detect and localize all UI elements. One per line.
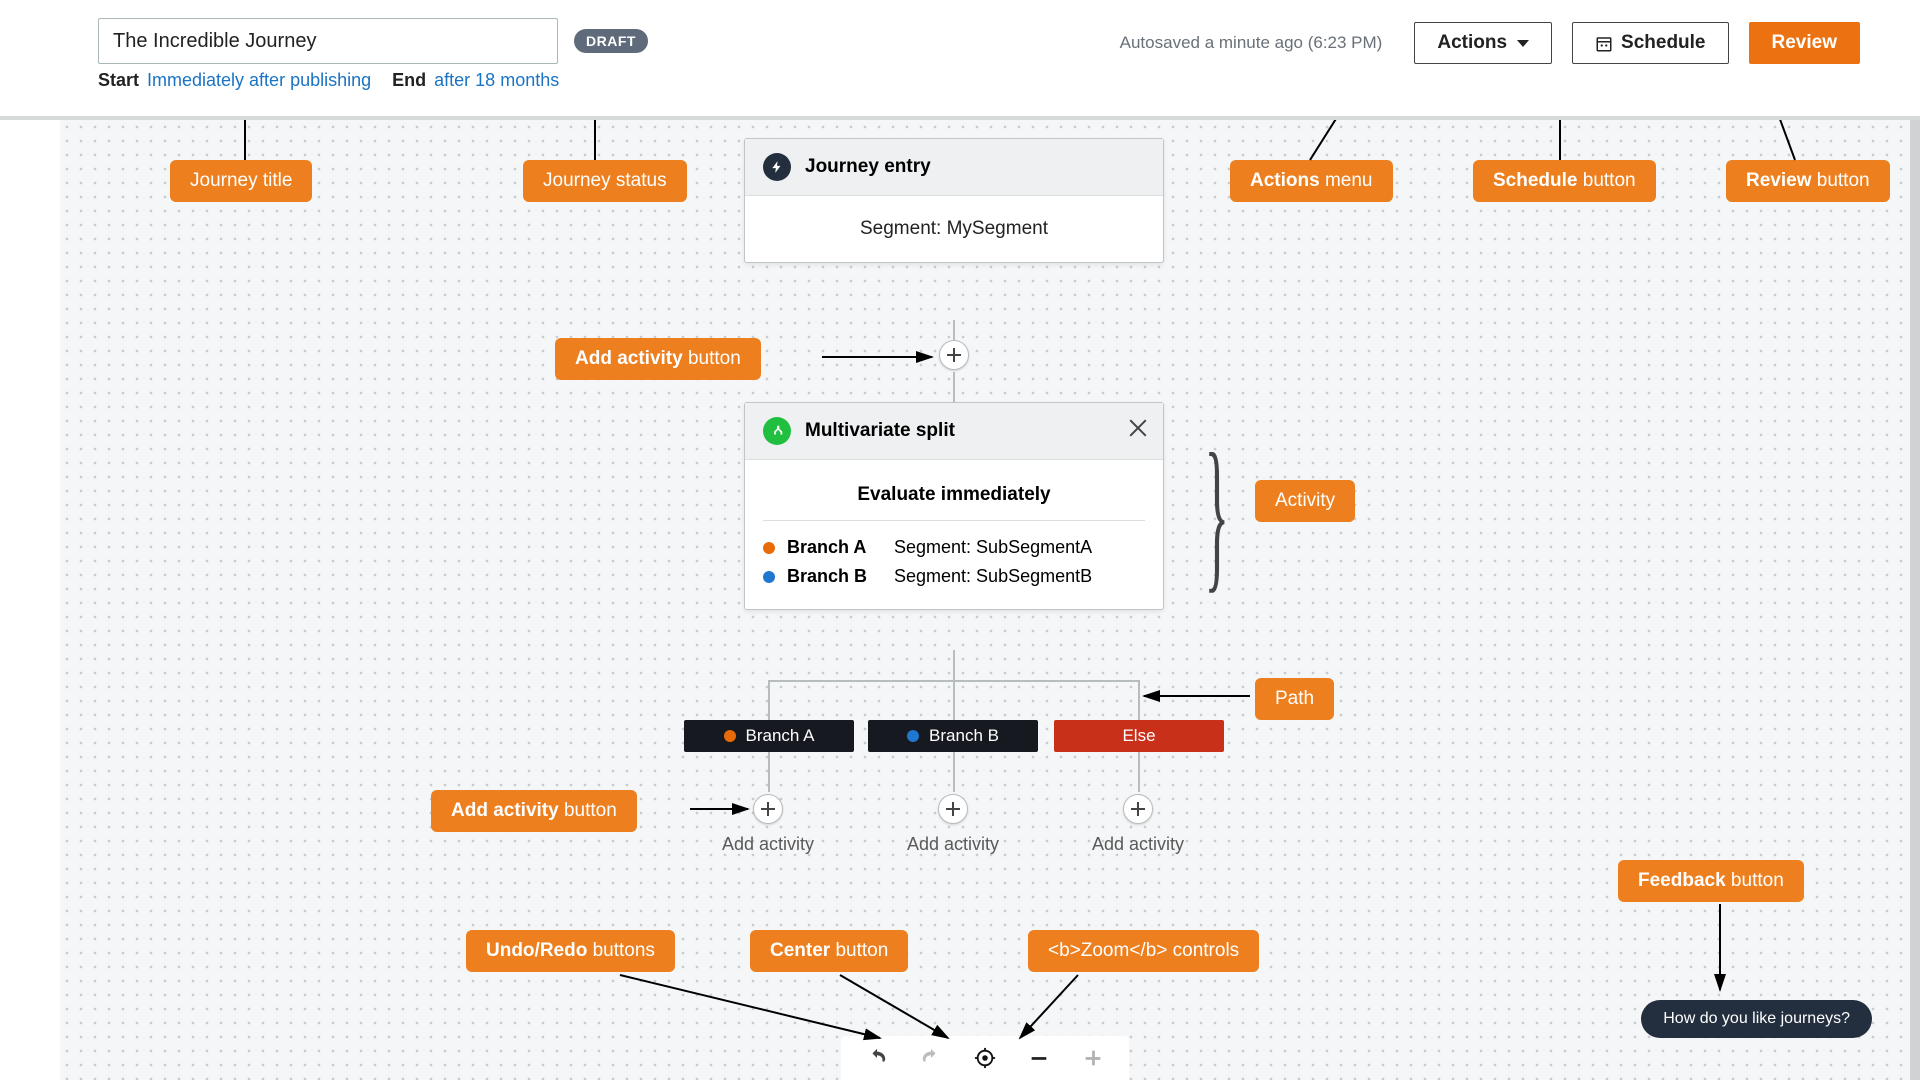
connector-line [953, 372, 955, 402]
journey-status-badge: DRAFT [574, 29, 648, 53]
add-activity-label: Add activity [1048, 834, 1228, 855]
callout-add-activity-1: Add activity button [555, 338, 761, 380]
add-activity-slot: Add activity [678, 794, 858, 855]
caret-down-icon [1517, 40, 1529, 47]
split-title: Multivariate split [805, 420, 955, 442]
split-body: Evaluate immediately Branch A Segment: S… [745, 460, 1163, 609]
callout-add-activity-2: Add activity button [431, 790, 637, 832]
end-label: End [392, 70, 426, 91]
branch-row: Branch B Segment: SubSegmentB [763, 562, 1145, 591]
curly-brace-icon: } [1205, 428, 1229, 598]
schedule-button[interactable]: Schedule [1572, 22, 1728, 64]
chip-label: Branch A [746, 726, 815, 746]
callout-path: Path [1255, 678, 1334, 720]
add-activity-button[interactable] [753, 794, 783, 824]
branch-row: Branch A Segment: SubSegmentA [763, 533, 1145, 562]
actions-menu-button[interactable]: Actions [1414, 22, 1552, 64]
chip-label: Branch B [929, 726, 999, 746]
zoom-out-button[interactable] [1027, 1046, 1051, 1070]
callout-review-button: Review button [1726, 160, 1890, 202]
dot-icon [724, 730, 736, 742]
header-right: Autosaved a minute ago (6:23 PM) Actions… [1120, 18, 1860, 64]
journey-entry-header: Journey entry [745, 139, 1163, 196]
split-icon [763, 417, 791, 445]
callout-journey-status: Journey status [523, 160, 687, 202]
callout-schedule-button: Schedule button [1473, 160, 1656, 202]
connector-line [953, 320, 955, 340]
review-button[interactable]: Review [1749, 22, 1860, 64]
split-eval-text: Evaluate immediately [745, 478, 1163, 520]
branch-desc: Segment: SubSegmentA [894, 537, 1092, 558]
redo-button[interactable] [919, 1046, 943, 1070]
add-activity-slot: Add activity [1048, 794, 1228, 855]
callout-journey-title: Journey title [170, 160, 312, 202]
journey-schedule-summary: Start Immediately after publishing End a… [98, 70, 648, 91]
journey-entry-body: Segment: MySegment [745, 196, 1163, 262]
branch-name: Branch B [787, 566, 882, 587]
workspace-toolbar [841, 1036, 1129, 1080]
add-activity-label: Add activity [863, 834, 1043, 855]
connector-line [1138, 680, 1140, 720]
page-header: DRAFT Start Immediately after publishing… [0, 0, 1920, 120]
journey-canvas[interactable]: Journey entry Segment: MySegment Multiva… [60, 120, 1920, 1080]
actions-label: Actions [1437, 32, 1507, 54]
dot-icon [763, 571, 775, 583]
start-value-link[interactable]: Immediately after publishing [147, 70, 371, 91]
center-button[interactable] [973, 1046, 997, 1070]
connector-line [1138, 752, 1140, 792]
add-activity-button[interactable] [938, 794, 968, 824]
callout-zoom: <b>Zoom</b> controls [1028, 930, 1259, 972]
connector-line [768, 680, 770, 720]
branch-name: Branch A [787, 537, 882, 558]
branch-chip-a[interactable]: Branch A [684, 720, 854, 752]
split-header: Multivariate split [745, 403, 1163, 460]
dot-icon [763, 542, 775, 554]
bolt-icon [763, 153, 791, 181]
dot-icon [907, 730, 919, 742]
add-activity-button[interactable] [1123, 794, 1153, 824]
multivariate-split-node[interactable]: Multivariate split Evaluate immediately … [744, 402, 1164, 610]
autosave-text: Autosaved a minute ago (6:23 PM) [1120, 33, 1383, 53]
callout-center: Center button [750, 930, 908, 972]
start-label: Start [98, 70, 139, 91]
callout-actions-menu: Actions menu [1230, 160, 1393, 202]
calendar-icon [1595, 35, 1611, 51]
close-icon[interactable] [1127, 417, 1149, 439]
add-activity-button[interactable] [939, 340, 969, 370]
review-label: Review [1772, 32, 1837, 54]
callout-undo-redo: Undo/Redo buttons [466, 930, 675, 972]
add-activity-slot: Add activity [863, 794, 1043, 855]
schedule-label: Schedule [1621, 32, 1705, 54]
zoom-in-button[interactable] [1081, 1046, 1105, 1070]
connector-line [953, 650, 955, 680]
branch-chip-b[interactable]: Branch B [868, 720, 1038, 752]
branch-desc: Segment: SubSegmentB [894, 566, 1092, 587]
undo-button[interactable] [865, 1046, 889, 1070]
header-left: DRAFT Start Immediately after publishing… [98, 18, 648, 91]
connector-line [953, 752, 955, 792]
journey-title-input[interactable] [98, 18, 558, 64]
branch-chip-else[interactable]: Else [1054, 720, 1224, 752]
feedback-button[interactable]: How do you like journeys? [1641, 1000, 1872, 1038]
callout-activity: Activity [1255, 480, 1355, 522]
journey-entry-node[interactable]: Journey entry Segment: MySegment [744, 138, 1164, 263]
connector-line [953, 680, 955, 720]
connector-line [768, 752, 770, 792]
end-value-link[interactable]: after 18 months [434, 70, 559, 91]
callout-feedback: Feedback button [1618, 860, 1804, 902]
journey-entry-title: Journey entry [805, 156, 931, 178]
chip-label: Else [1122, 726, 1155, 746]
add-activity-label: Add activity [678, 834, 858, 855]
canvas-outer: Journey entry Segment: MySegment Multiva… [0, 120, 1920, 1080]
